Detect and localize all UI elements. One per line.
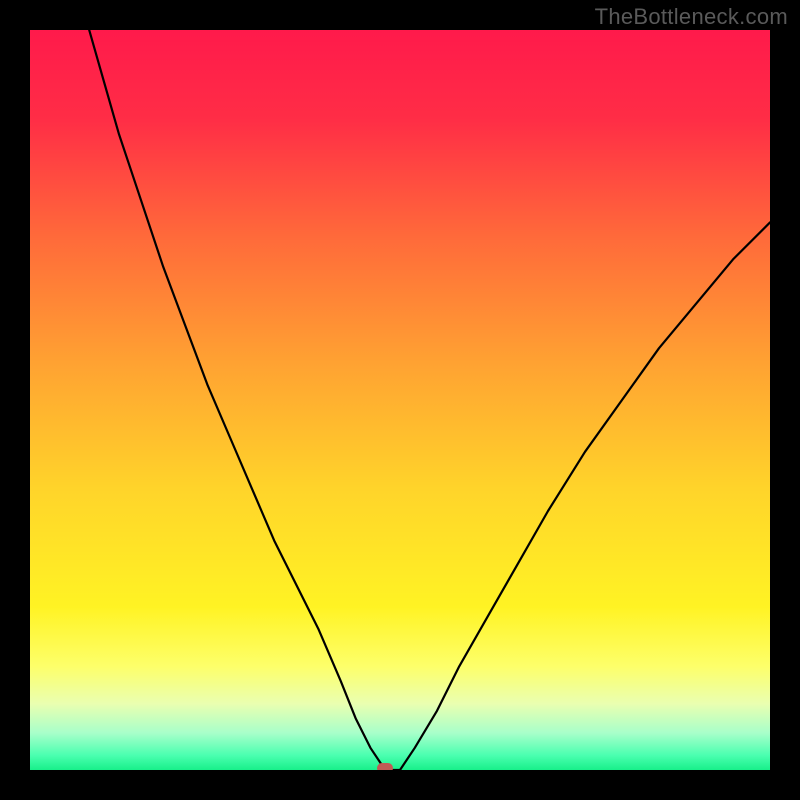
chart-frame: TheBottleneck.com	[0, 0, 800, 800]
watermark-text: TheBottleneck.com	[595, 4, 788, 30]
bottleneck-curve	[30, 30, 770, 770]
optimum-marker	[377, 763, 393, 770]
plot-area	[30, 30, 770, 770]
